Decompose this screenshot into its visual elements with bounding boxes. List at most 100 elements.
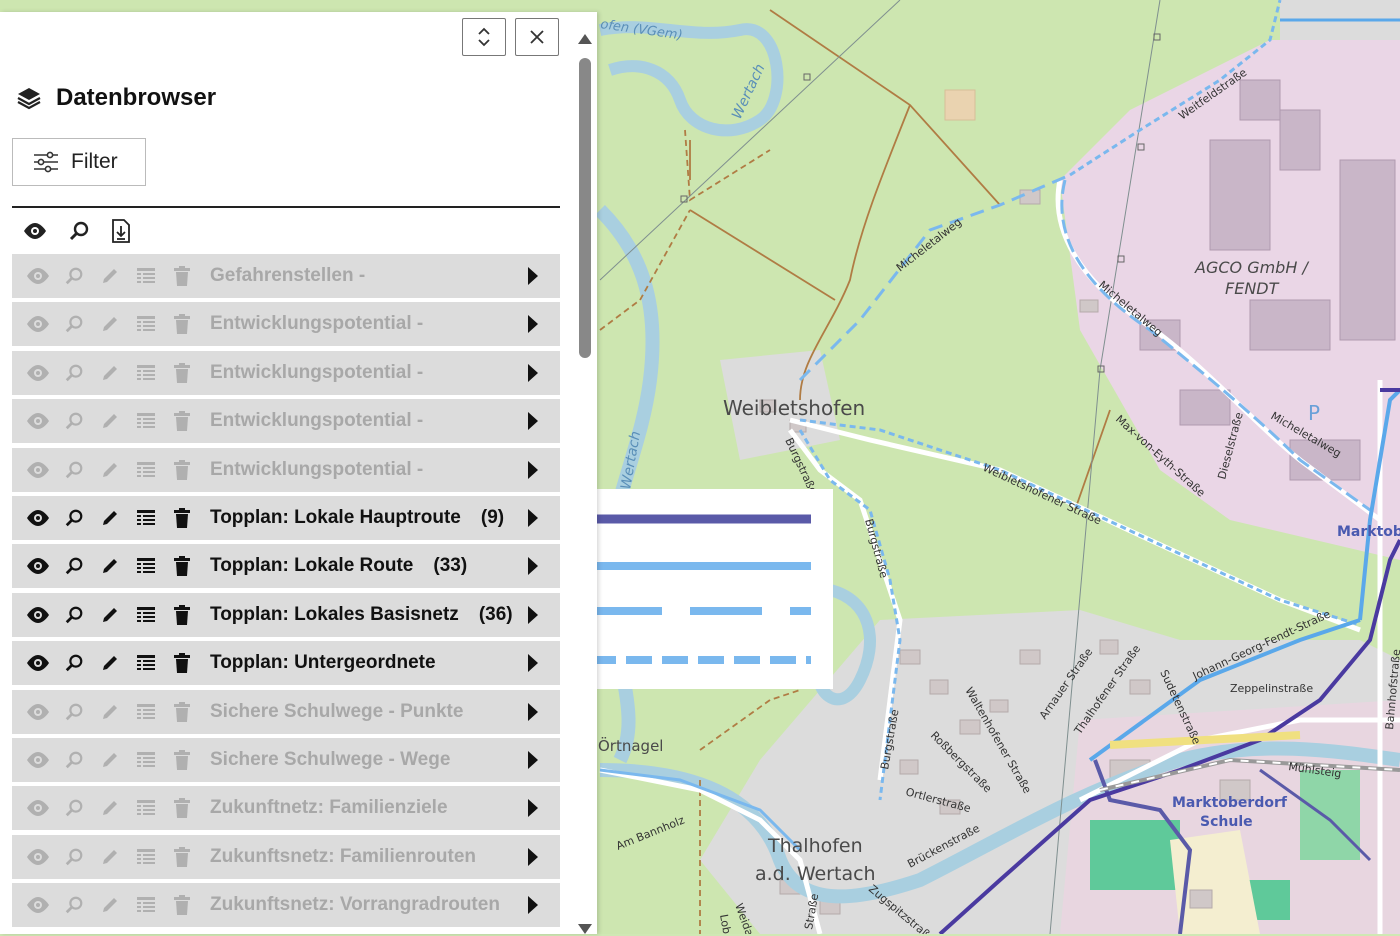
edit-icon[interactable] [92,460,128,480]
expand-arrow-icon[interactable] [528,363,538,382]
eye-icon[interactable] [20,846,56,868]
scroll-up-arrow[interactable] [578,34,592,44]
eye-icon[interactable] [20,797,56,819]
zoom-icon[interactable] [56,411,92,431]
table-icon[interactable] [128,267,164,285]
edit-icon[interactable] [92,798,128,818]
zoom-icon[interactable] [56,266,92,286]
layer-row[interactable]: Sichere Schulwege - Punkte [12,689,560,734]
table-icon[interactable] [128,412,164,430]
zoom-icon[interactable] [56,508,92,528]
trash-icon[interactable] [164,652,200,674]
eye-icon[interactable] [20,555,56,577]
zoom-icon[interactable] [56,750,92,770]
layer-row[interactable]: Entwicklungspotential - [12,399,560,444]
expand-arrow-icon[interactable] [528,557,538,576]
scroll-down-arrow[interactable] [578,924,592,934]
expand-arrow-icon[interactable] [528,896,538,915]
zoom-icon[interactable] [56,847,92,867]
close-button[interactable] [515,18,559,56]
eye-icon[interactable] [20,313,56,335]
edit-icon[interactable] [92,702,128,722]
table-icon[interactable] [128,896,164,914]
table-icon[interactable] [128,315,164,333]
layer-row[interactable]: Entwicklungspotential - [12,350,560,395]
trash-icon[interactable] [164,749,200,771]
zoom-icon[interactable] [56,653,92,673]
eye-icon[interactable] [20,410,56,432]
scroll-thumb[interactable] [579,58,591,358]
table-icon[interactable] [128,364,164,382]
edit-icon[interactable] [92,750,128,770]
table-icon[interactable] [128,461,164,479]
expand-collapse-button[interactable] [462,18,506,56]
edit-icon[interactable] [92,363,128,383]
trash-icon[interactable] [164,555,200,577]
zoom-icon[interactable] [56,605,92,625]
edit-icon[interactable] [92,314,128,334]
layer-row[interactable]: Topplan: Untergeordnete [12,641,560,686]
eye-icon[interactable] [20,652,56,674]
download-icon[interactable] [110,218,132,244]
trash-icon[interactable] [164,313,200,335]
layer-row[interactable]: Sichere Schulwege - Wege [12,737,560,782]
edit-icon[interactable] [92,266,128,286]
trash-icon[interactable] [164,362,200,384]
trash-icon[interactable] [164,797,200,819]
expand-arrow-icon[interactable] [528,412,538,431]
eye-icon[interactable] [20,701,56,723]
trash-icon[interactable] [164,507,200,529]
expand-arrow-icon[interactable] [528,267,538,285]
expand-arrow-icon[interactable] [528,315,538,334]
table-icon[interactable] [128,509,164,527]
edit-icon[interactable] [92,605,128,625]
filter-button[interactable]: Filter [12,138,146,186]
edit-icon[interactable] [92,895,128,915]
trash-icon[interactable] [164,265,200,287]
trash-icon[interactable] [164,894,200,916]
edit-icon[interactable] [92,653,128,673]
layer-row[interactable]: Zukunftsnetz: Familienrouten [12,834,560,879]
eye-icon[interactable] [20,507,56,529]
trash-icon[interactable] [164,604,200,626]
layer-row[interactable]: Zukunftnetz: Familienziele [12,786,560,831]
table-icon[interactable] [128,703,164,721]
trash-icon[interactable] [164,410,200,432]
expand-arrow-icon[interactable] [528,508,538,527]
zoom-icon[interactable] [56,798,92,818]
layer-row[interactable]: Gefahrenstellen - [12,254,560,298]
table-icon[interactable] [128,848,164,866]
layer-row[interactable]: Entwicklungspotential - [12,302,560,347]
edit-icon[interactable] [92,556,128,576]
trash-icon[interactable] [164,701,200,723]
layer-row[interactable]: Topplan: Lokale Route (33) [12,544,560,589]
table-icon[interactable] [128,654,164,672]
zoom-icon[interactable] [56,460,92,480]
eye-icon[interactable] [22,218,48,244]
table-icon[interactable] [128,557,164,575]
layer-row[interactable]: Topplan: Lokales Basisnetz (36) [12,592,560,637]
eye-icon[interactable] [20,459,56,481]
edit-icon[interactable] [92,411,128,431]
scrollbar[interactable] [578,26,592,936]
table-icon[interactable] [128,751,164,769]
expand-arrow-icon[interactable] [528,799,538,818]
trash-icon[interactable] [164,459,200,481]
edit-icon[interactable] [92,847,128,867]
edit-icon[interactable] [92,508,128,528]
eye-icon[interactable] [20,362,56,384]
trash-icon[interactable] [164,846,200,868]
expand-arrow-icon[interactable] [528,605,538,624]
zoom-icon[interactable] [56,702,92,722]
expand-arrow-icon[interactable] [528,847,538,866]
expand-arrow-icon[interactable] [528,460,538,479]
zoom-icon[interactable] [56,314,92,334]
zoom-icon[interactable] [68,220,90,242]
eye-icon[interactable] [20,604,56,626]
eye-icon[interactable] [20,749,56,771]
expand-arrow-icon[interactable] [528,750,538,769]
table-icon[interactable] [128,606,164,624]
eye-icon[interactable] [20,265,56,287]
eye-icon[interactable] [20,894,56,916]
zoom-icon[interactable] [56,556,92,576]
